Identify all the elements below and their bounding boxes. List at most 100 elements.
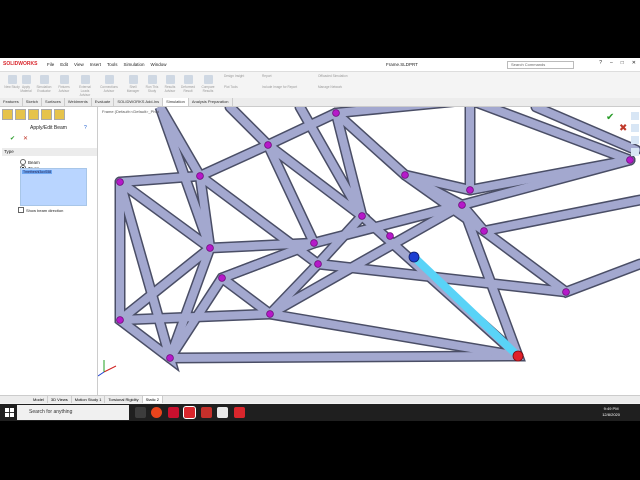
dimxpert-icon[interactable]	[41, 109, 52, 120]
show-direction-checkbox[interactable]: Show beam direction	[18, 207, 63, 213]
ribbon-label: Run This Study	[145, 85, 159, 93]
menu-simulation[interactable]: Simulation	[124, 62, 145, 67]
joint-node[interactable]	[401, 171, 409, 179]
command-manager-tabs: Features Sketch Surfaces Weldments Evalu…	[0, 98, 640, 107]
display-style-icon[interactable]	[631, 124, 639, 132]
joint-node[interactable]	[218, 274, 226, 282]
joint-node[interactable]	[314, 260, 322, 268]
menu-edit[interactable]: Edit	[60, 62, 68, 67]
app-window: SOLIDWORKS File Edit View Insert Tools S…	[0, 58, 640, 421]
external-loads-button[interactable]: External Loads Advisor	[75, 74, 95, 97]
search-commands-input[interactable]: Search Commands	[507, 61, 574, 69]
explorer-icon[interactable]	[217, 407, 228, 418]
ribbon-label: Plot Tools	[224, 85, 238, 89]
joint-node[interactable]	[264, 141, 272, 149]
tab-weldments[interactable]: Weldments	[65, 98, 92, 106]
ribbon-label: Results Advisor	[164, 85, 176, 93]
joint-node[interactable]	[116, 178, 124, 186]
list-item[interactable]: Tmetheshi3oxS58	[22, 170, 53, 174]
shell-manager-button[interactable]: Shell Manager	[123, 74, 143, 96]
maximize-button[interactable]: □	[621, 60, 624, 66]
deformed-result-button[interactable]: Deformed Result	[178, 74, 198, 96]
ok-button[interactable]: ✔	[10, 135, 15, 142]
ribbon-label: Manage Network	[318, 85, 343, 89]
run-study-button[interactable]: Run This Study	[142, 74, 162, 96]
ribbon-label: Apply Material	[20, 85, 32, 93]
joint-node[interactable]	[466, 186, 474, 194]
ribbon-label: Offloaded Simulation	[318, 74, 348, 78]
joint-node[interactable]	[116, 316, 124, 324]
joint-node[interactable]	[626, 156, 634, 164]
menu-window[interactable]: Window	[151, 62, 167, 67]
tab-features[interactable]: Features	[0, 98, 23, 106]
joint-node[interactable]	[196, 172, 204, 180]
triad-icon	[98, 360, 117, 377]
joint-node[interactable]	[562, 288, 570, 296]
solidworks-icon[interactable]	[183, 406, 196, 419]
powerpoint-icon[interactable]	[201, 407, 212, 418]
joint-node[interactable]	[266, 310, 274, 318]
tab-analysis-preparation[interactable]: Analysis Preparation	[189, 98, 233, 106]
taskbar-search-input[interactable]: Search for anything	[17, 405, 129, 420]
configuration-icon[interactable]	[28, 109, 39, 120]
confirm-corner-cancel-icon[interactable]: ✖	[619, 123, 627, 134]
connection-icon	[104, 75, 114, 84]
apply-material-button[interactable]: Apply Material	[16, 74, 36, 96]
cancel-button[interactable]: ✕	[23, 135, 28, 142]
frame-model[interactable]: ✔ ✖	[98, 107, 640, 395]
selected-joint-end[interactable]	[512, 350, 524, 362]
task-view-icon[interactable]	[135, 407, 146, 418]
view-toolbar	[631, 112, 639, 156]
tab-sketch[interactable]: Sketch	[23, 98, 43, 106]
confirm-corner-ok-icon[interactable]: ✔	[606, 112, 614, 123]
joint-node[interactable]	[480, 227, 488, 235]
ribbon-label: Deformed Result	[181, 85, 195, 93]
material-icon	[21, 75, 31, 84]
joint-node[interactable]	[458, 201, 466, 209]
adobe-icon[interactable]	[168, 407, 179, 418]
joint-node[interactable]	[310, 239, 318, 247]
scene-icon[interactable]	[631, 148, 639, 156]
app-logo: SOLIDWORKS	[3, 61, 38, 67]
menu-file[interactable]: File	[47, 62, 54, 67]
ribbon-label: Connections Advisor	[100, 85, 118, 93]
menu-tools[interactable]: Tools	[107, 62, 118, 67]
graphics-area[interactable]: Frame (Default<<Default>_Phot ✔ ✖	[98, 107, 640, 395]
close-button[interactable]: ✕	[632, 60, 636, 66]
hide-show-icon[interactable]	[631, 136, 639, 144]
taskbar-clock[interactable]: 9:49 PM 12/8/2020	[602, 406, 620, 418]
menu-view[interactable]: View	[74, 62, 84, 67]
menu-insert[interactable]: Insert	[90, 62, 101, 67]
view-orientation-icon[interactable]	[631, 112, 639, 120]
firefox-icon[interactable]	[151, 407, 162, 418]
help-icon[interactable]: ?	[84, 125, 87, 131]
compare-results-button[interactable]: Compare Results	[198, 74, 218, 96]
minimize-button[interactable]: –	[610, 60, 613, 66]
feature-tree-icon[interactable]	[2, 109, 13, 120]
joint-node[interactable]	[166, 354, 174, 362]
type-group-header[interactable]: Type	[2, 148, 97, 156]
shell-icon	[128, 75, 138, 84]
help-button[interactable]: ?	[599, 60, 602, 66]
joint-node[interactable]	[332, 109, 340, 117]
menu-bar: File Edit View Insert Tools Simulation W…	[47, 62, 167, 67]
joint-node[interactable]	[206, 244, 214, 252]
tab-addins[interactable]: SOLIDWORKS Add-Ins	[114, 98, 164, 106]
display-manager-icon[interactable]	[54, 109, 65, 120]
property-manager-icon[interactable]	[15, 109, 26, 120]
connections-advisor-button[interactable]: Connections Advisor	[99, 74, 119, 96]
tab-simulation[interactable]: Simulation	[163, 98, 189, 106]
property-title: Apply/Edit Beam	[30, 125, 67, 131]
fixtures-advisor-button[interactable]: Fixtures Advisor	[54, 74, 74, 96]
tab-evaluate[interactable]: Evaluate	[92, 98, 115, 106]
beam-selection-list[interactable]: Tmetheshi3oxS58	[20, 168, 87, 206]
joint-node[interactable]	[386, 232, 394, 240]
simulation-evaluator-button[interactable]: Simulation Evaluator	[34, 74, 54, 96]
tab-surfaces[interactable]: Surfaces	[42, 98, 65, 106]
results-advisor-button[interactable]: Results Advisor	[160, 74, 180, 96]
joint-node[interactable]	[358, 212, 366, 220]
windows-start-icon[interactable]	[5, 408, 14, 417]
solidworks-launcher-icon[interactable]	[234, 407, 245, 418]
taskbar: Search for anything 9:49 PM 12/8/2020	[0, 404, 640, 421]
selected-joint-start[interactable]	[408, 251, 420, 263]
